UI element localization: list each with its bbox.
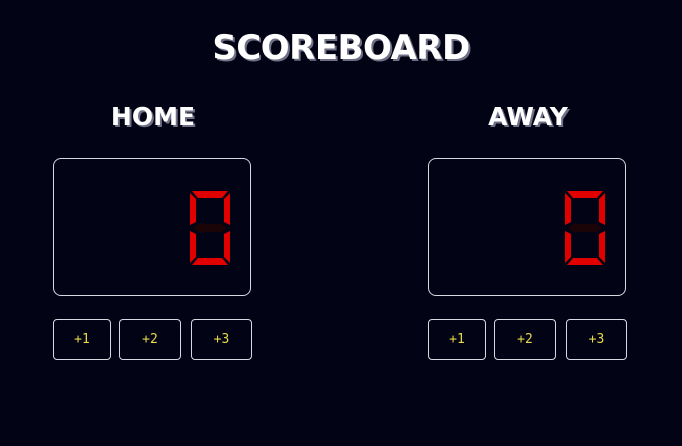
segment-d: [567, 258, 603, 265]
segment-b: [224, 193, 230, 225]
away-add-2-button[interactable]: +2: [494, 319, 556, 360]
segment-a: [567, 191, 603, 198]
home-score-display: [53, 158, 251, 296]
home-team-panel: HOME +1 +2 +3: [53, 100, 253, 360]
segment-d: [192, 258, 228, 265]
away-score-digits-digit-0: [565, 191, 605, 265]
away-score-digits: [559, 189, 611, 267]
away-team-panel: AWAY +1 +2 +3: [428, 100, 628, 360]
away-add-3-button[interactable]: +3: [566, 319, 627, 360]
page-title: SCOREBOARD: [212, 28, 470, 68]
segment-c: [599, 231, 605, 263]
away-add-1-button[interactable]: +1: [428, 319, 486, 360]
home-add-3-button[interactable]: +3: [191, 319, 252, 360]
away-score-display: [428, 158, 626, 296]
home-score-buttons: +1 +2 +3: [53, 319, 253, 360]
segment-g: [193, 224, 227, 232]
segment-b: [599, 193, 605, 225]
home-team-name: HOME: [110, 102, 196, 131]
segment-c: [224, 231, 230, 263]
home-add-2-button[interactable]: +2: [119, 319, 181, 360]
home-score-digits-digit-0: [190, 191, 230, 265]
segment-f: [190, 193, 196, 225]
segment-e: [190, 231, 196, 263]
away-score-buttons: +1 +2 +3: [428, 319, 628, 360]
away-team-name: AWAY: [488, 102, 568, 131]
segment-a: [192, 191, 228, 198]
home-add-1-button[interactable]: +1: [53, 319, 111, 360]
segment-g: [568, 224, 602, 232]
segment-e: [565, 231, 571, 263]
segment-f: [565, 193, 571, 225]
home-score-digits: [184, 189, 236, 267]
